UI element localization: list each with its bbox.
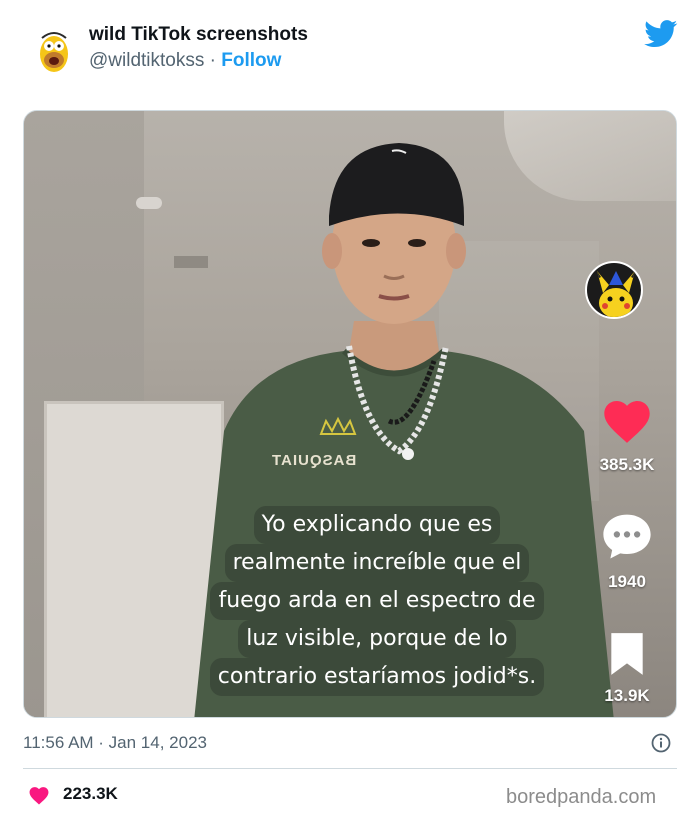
tiktok-comment-count: 1940	[608, 572, 646, 591]
author-avatar[interactable]	[28, 24, 80, 76]
bookmark-icon[interactable]	[607, 631, 647, 677]
divider	[23, 768, 677, 769]
author-handle-row: @wildtiktokss · Follow	[89, 50, 281, 72]
caption-line-2: realmente increíble que el	[224, 544, 530, 582]
caption-line-5: contrario estaríamos jodid*s.	[209, 658, 545, 696]
tiktok-like-control[interactable]: 385.3K	[592, 396, 662, 475]
caption-line-1: Yo explicando que es	[253, 506, 501, 544]
tiktok-comment-control[interactable]: 1940	[592, 511, 662, 592]
ceiling-light	[136, 197, 162, 209]
follow-button[interactable]: Follow	[221, 50, 281, 71]
caption-line-4: luz visible, porque de lo	[238, 620, 516, 658]
separator-dot: ·	[209, 50, 216, 71]
tiktok-save-count: 13.9K	[604, 686, 650, 705]
tiktok-video-frame[interactable]: BASQUIAT 385.3K 1940 13.9K Yo explicando…	[23, 110, 677, 718]
creator-profile-avatar[interactable]	[585, 261, 643, 319]
caption-line-3: fuego arda en el espectro de	[210, 582, 544, 620]
info-icon[interactable]	[651, 733, 671, 753]
tweet-timestamp[interactable]: 11:56 AM · Jan 14, 2023	[23, 733, 207, 753]
video-caption: Yo explicando que es realmente increíble…	[162, 506, 592, 696]
boredpanda-watermark: boredpanda.com	[506, 786, 657, 808]
author-handle[interactable]: @wildtiktokss	[89, 50, 204, 71]
comment-bubble-icon[interactable]	[600, 511, 654, 561]
shirt-text: BASQUIAT	[271, 452, 357, 469]
twitter-bird-icon[interactable]	[644, 20, 678, 48]
tiktok-save-control[interactable]: 13.9K	[592, 631, 662, 706]
tiktok-heart-icon[interactable]	[600, 396, 654, 444]
author-name[interactable]: wild TikTok screenshots	[89, 24, 308, 46]
like-heart-icon[interactable]	[28, 785, 50, 805]
tiktok-like-count: 385.3K	[599, 455, 655, 474]
tweet-like-count[interactable]: 223.3K	[63, 784, 118, 804]
tweet-header: wild TikTok screenshots @wildtiktokss · …	[0, 0, 700, 100]
